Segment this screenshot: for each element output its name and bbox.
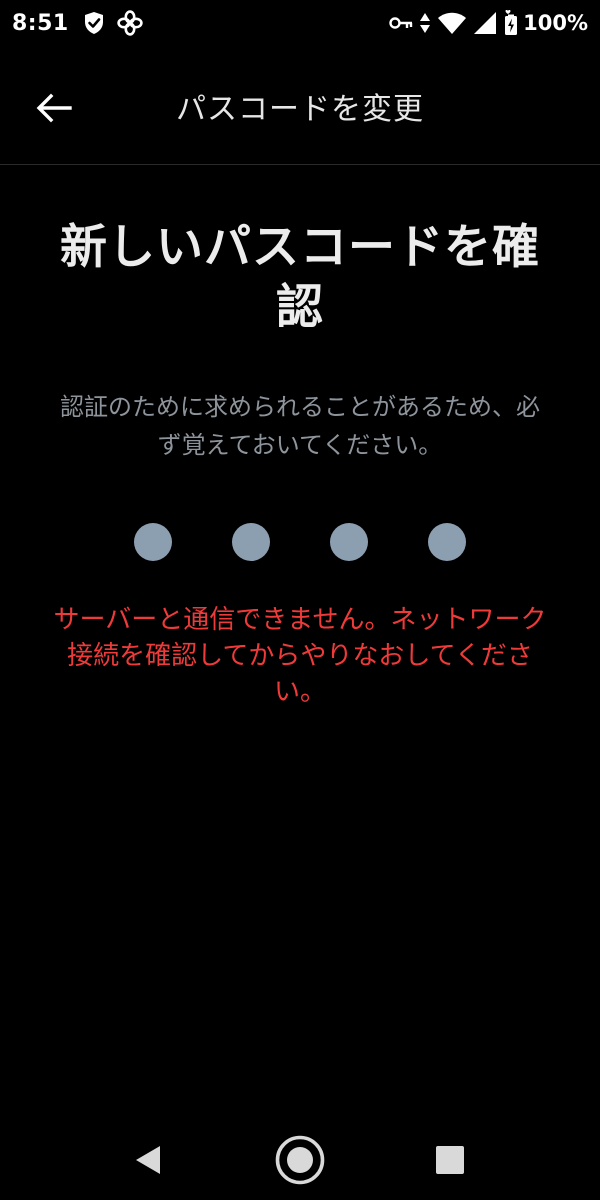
vpn-key-icon: [389, 16, 413, 30]
data-arrows-icon: [419, 12, 431, 34]
passcode-dot-2: [232, 523, 270, 561]
passcode-dot-4: [428, 523, 466, 561]
shield-check-icon: [83, 11, 105, 35]
status-time: 8:51: [12, 10, 69, 36]
status-left: 8:51: [12, 10, 155, 36]
system-nav-bar: [0, 1120, 600, 1200]
wifi-icon: [437, 12, 467, 34]
battery-charging-icon: [503, 10, 519, 36]
nav-back-triangle-icon: [133, 1144, 163, 1176]
status-right: 100%: [383, 10, 588, 36]
error-message: サーバーと通信できません。ネットワーク接続を確認してからやりなおしてください。: [53, 605, 547, 707]
app-bar: パスコードを変更: [0, 46, 600, 165]
nav-back-button[interactable]: [118, 1130, 178, 1190]
passcode-dots[interactable]: [0, 523, 600, 561]
passcode-heading: 新しいパスコードを確認: [60, 220, 540, 335]
status-bar: 8:51 100%: [0, 0, 600, 46]
pinwheel-icon: [117, 10, 143, 36]
passcode-dot-1: [134, 523, 172, 561]
passcode-dot-3: [330, 523, 368, 561]
page-title: パスコードを変更: [176, 92, 424, 127]
nav-recents-button[interactable]: [420, 1130, 480, 1190]
nav-home-button[interactable]: [270, 1130, 330, 1190]
nav-home-circle-icon: [274, 1134, 326, 1186]
passcode-instruction: 認証のために求められることがあるため、必ず覚えておいてください。: [60, 393, 540, 459]
signal-icon: [473, 12, 497, 34]
battery-percentage: 100%: [523, 11, 588, 35]
nav-recents-square-icon: [435, 1145, 465, 1175]
